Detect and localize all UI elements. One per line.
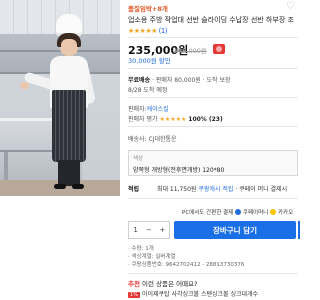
recommend-prefix: 추천 (128, 280, 140, 288)
divider (128, 198, 298, 199)
divider (128, 68, 298, 69)
rating-stars-icon: ★★★★★ (128, 27, 157, 35)
shipping-row: 배송사: CJ대한통운 (128, 134, 177, 143)
option-label: 색상 (133, 156, 144, 162)
chef-hand (20, 82, 29, 89)
coupay-label[interactable]: 쿠페이머니 (243, 210, 268, 216)
divider (128, 273, 298, 274)
delivery-row: 무료배송 · 판매자 80,000원 · 도착 보장 (128, 75, 231, 84)
recommend-heading: 이런 상품은 어때요? (142, 280, 198, 288)
product-badge: 품질임박+8개 (128, 5, 168, 13)
points-amount: 최대 11,750원 (156, 186, 197, 193)
seller-rating-row: 판매자 평가 ★★★★★ 100% (23) (128, 114, 223, 123)
pc-pay-label: PC에서도 간편한 결제 (182, 210, 234, 216)
recommend-item-title: 아이제쿠탑 사각싱크볼 스텐싱크볼 싱크대개수 (141, 291, 259, 298)
cash-link[interactable]: 쿠팡캐시 적립 (198, 186, 233, 193)
buy-now-button[interactable] (298, 221, 300, 239)
quantity-value[interactable]: 1 (129, 226, 142, 234)
chef-apron (52, 90, 86, 162)
coupay-icon (234, 209, 241, 215)
arrival-date: 8/28 도착 예정 (128, 87, 168, 94)
chef-shoe (54, 184, 66, 189)
seller-rating-pct: 100% (23) (188, 116, 223, 123)
option-value: 양쪽형 개방형(전후면개방) 120*80 (133, 167, 225, 174)
coupon-discount[interactable]: 30,000원 할인 (128, 55, 171, 65)
seller-row[interactable]: 판매자:케이스킬 (128, 104, 169, 113)
chef-legs (58, 160, 80, 186)
free-shipping-label: 무료배송 (128, 77, 151, 84)
seller-rating-label: 판매자 평가 (128, 116, 158, 123)
divider (128, 37, 298, 38)
quantity-plus-button[interactable]: + (156, 226, 169, 234)
option-select[interactable]: 색상 양쪽형 개방형(전후면개방) 120*80 (128, 150, 298, 176)
product-info: · 수량: 1개 · 색상계열: 실버계열 · 쿠팡상품번호: 96427024… (128, 245, 244, 269)
shipping-company: CJ대한통운 (148, 136, 177, 143)
discount-badge-icon (213, 44, 225, 54)
divider (128, 126, 298, 127)
delivery-detail: · 판매자 80,000원 · 도착 보장 (152, 77, 231, 84)
info-product-number: · 쿠팡상품번호: 9642702412 - 28813730376 (128, 262, 245, 268)
rating-count: (1) (158, 27, 168, 35)
rating[interactable]: ★★★★★ (1) (128, 27, 168, 35)
info-color: · 색상계열: 실버계열 (128, 254, 176, 260)
quantity-stepper: 1 − + (128, 221, 170, 239)
shipping-label: 배송사: (128, 136, 147, 143)
add-to-cart-button[interactable]: 장바구니 담기 (174, 221, 296, 239)
divider (128, 97, 298, 98)
chef-face-front (61, 39, 77, 49)
recommend-discount-badge: 1% (128, 292, 140, 298)
points-label: 적립 (128, 186, 140, 193)
chef-shoe (72, 184, 84, 189)
kakao-icon (269, 209, 276, 215)
recommend-item[interactable]: 1% 아이제쿠탑 사각싱크볼 스텐싱크볼 싱크대개수 (128, 289, 258, 298)
heart-icon[interactable]: ♡ (286, 1, 295, 12)
product-detail-panel: 품질임박+8개 ♡ 업소용 주방 작업대 선반 슬라이딩 수납장 선반 하부장 … (122, 0, 300, 300)
points-suffix: · 쿠페이 머니 결제시 (235, 186, 288, 193)
original-price: 265,000원 (174, 47, 207, 55)
seller-name[interactable]: 케이스킬 (147, 106, 169, 113)
product-title: 업소용 주방 작업대 선반 슬라이딩 수납장 선반 하부장 조 (128, 16, 294, 24)
left-blank-area (0, 196, 120, 300)
seller-label: 판매자: (128, 106, 147, 113)
pc-pay-row: PC에서도 간편한 결제 쿠페이머니 카카오 (182, 208, 293, 216)
points-row: 적립 최대 11,750원 쿠팡캐시 적립 · 쿠페이 머니 결제시 (128, 184, 287, 193)
seller-rating-stars-icon: ★★★★★ (159, 116, 187, 123)
product-main-image[interactable] (0, 0, 120, 196)
kakao-label[interactable]: 카카오 (278, 210, 293, 216)
quantity-minus-button[interactable]: − (142, 226, 155, 234)
info-quantity: · 수량: 1개 (128, 246, 154, 252)
recommend-title: 추천 이런 상품은 어때요? (128, 278, 197, 288)
